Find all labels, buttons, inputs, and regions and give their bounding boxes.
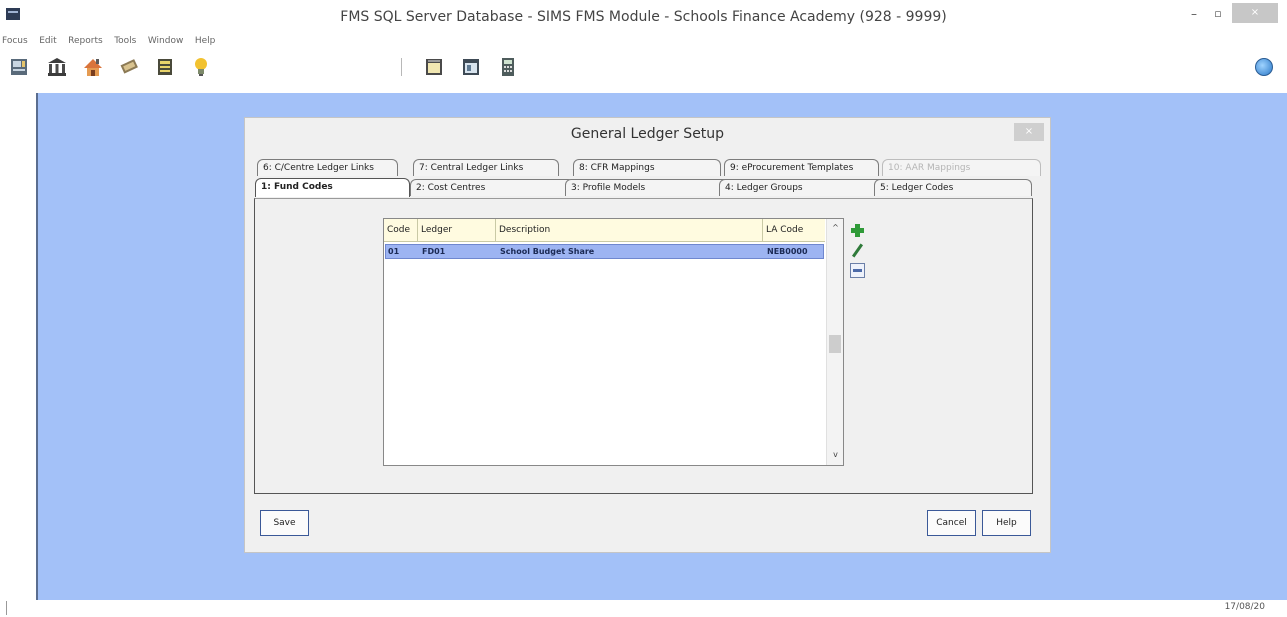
- scroll-down-arrow[interactable]: v: [827, 448, 844, 462]
- column-la-code-header[interactable]: LA Code: [763, 219, 825, 241]
- tab-eprocurement-templates[interactable]: 9: eProcurement Templates: [724, 159, 879, 176]
- menu-window[interactable]: Window: [148, 33, 184, 49]
- house-icon[interactable]: [82, 56, 106, 78]
- window-title: FMS SQL Server Database - SIMS FMS Modul…: [340, 9, 947, 25]
- status-date: 17/08/20: [1224, 602, 1265, 612]
- column-description-header[interactable]: Description: [496, 219, 763, 241]
- add-icon[interactable]: [850, 223, 865, 238]
- minimize-button[interactable]: –: [1183, 5, 1205, 23]
- cell-la-code: NEB0000: [767, 247, 808, 256]
- remove-icon[interactable]: [850, 263, 865, 278]
- grid-header: Code Ledger Description LA Code: [384, 219, 825, 242]
- menu-help[interactable]: Help: [195, 33, 216, 49]
- cell-description: School Budget Share: [500, 247, 595, 256]
- dialog-title: General Ledger Setup: [570, 126, 725, 142]
- tab-ledger-codes[interactable]: 5: Ledger Codes: [874, 179, 1032, 196]
- fund-codes-panel: Code Ledger Description LA Code 01 FD01 …: [254, 198, 1033, 494]
- calculator-icon[interactable]: [497, 56, 521, 78]
- fund-codes-grid: Code Ledger Description LA Code 01 FD01 …: [383, 218, 844, 466]
- menu-bar: Focus Edit Reports Tools Window Help: [0, 33, 600, 49]
- save-button[interactable]: Save: [260, 510, 309, 536]
- status-bar: [0, 600, 1287, 617]
- calculator-list-icon[interactable]: [154, 56, 178, 78]
- grid-scrollbar[interactable]: ^ v: [826, 219, 843, 465]
- column-code-header[interactable]: Code: [384, 219, 418, 241]
- maximize-button[interactable]: ▫: [1206, 5, 1230, 23]
- lightbulb-icon[interactable]: [190, 56, 214, 78]
- tab-cc-ledger-links[interactable]: 6: C/Centre Ledger Links: [257, 159, 398, 176]
- column-ledger-header[interactable]: Ledger: [418, 219, 496, 241]
- status-divider: [6, 601, 7, 615]
- tab-cost-centres[interactable]: 2: Cost Centres: [410, 179, 574, 196]
- toolbar-separator: [400, 56, 403, 78]
- general-ledger-setup-dialog: General Ledger Setup × 6: C/Centre Ledge…: [244, 117, 1051, 553]
- scroll-thumb[interactable]: [829, 335, 841, 353]
- menu-reports[interactable]: Reports: [68, 33, 103, 49]
- help-button[interactable]: Help: [982, 510, 1031, 536]
- menu-edit[interactable]: Edit: [39, 33, 56, 49]
- tab-profile-models[interactable]: 3: Profile Models: [565, 179, 729, 196]
- period-icon[interactable]: [460, 56, 484, 78]
- help-globe-icon[interactable]: [1255, 58, 1273, 76]
- table-row[interactable]: 01 FD01 School Budget Share NEB0000: [385, 244, 824, 259]
- ledger-icon[interactable]: [8, 56, 32, 78]
- cell-ledger: FD01: [422, 247, 446, 256]
- calendar-icon[interactable]: [423, 56, 447, 78]
- payment-icon[interactable]: [118, 56, 142, 78]
- tab-aar-mappings: 10: AAR Mappings: [882, 159, 1041, 176]
- title-bar: FMS SQL Server Database - SIMS FMS Modul…: [0, 0, 1287, 32]
- tab-ledger-groups[interactable]: 4: Ledger Groups: [719, 179, 884, 196]
- cell-code: 01: [388, 247, 400, 256]
- menu-tools[interactable]: Tools: [114, 33, 136, 49]
- cancel-button[interactable]: Cancel: [927, 510, 976, 536]
- scroll-up-arrow[interactable]: ^: [827, 221, 844, 235]
- tab-fund-codes[interactable]: 1: Fund Codes: [255, 178, 410, 197]
- bank-icon[interactable]: [46, 56, 70, 78]
- pencil-icon[interactable]: [850, 243, 865, 258]
- dialog-close-button[interactable]: ×: [1014, 123, 1044, 141]
- tab-cfr-mappings[interactable]: 8: CFR Mappings: [573, 159, 721, 176]
- close-window-button[interactable]: ×: [1232, 3, 1278, 23]
- tab-central-ledger-links[interactable]: 7: Central Ledger Links: [413, 159, 559, 176]
- menu-focus[interactable]: Focus: [2, 33, 28, 49]
